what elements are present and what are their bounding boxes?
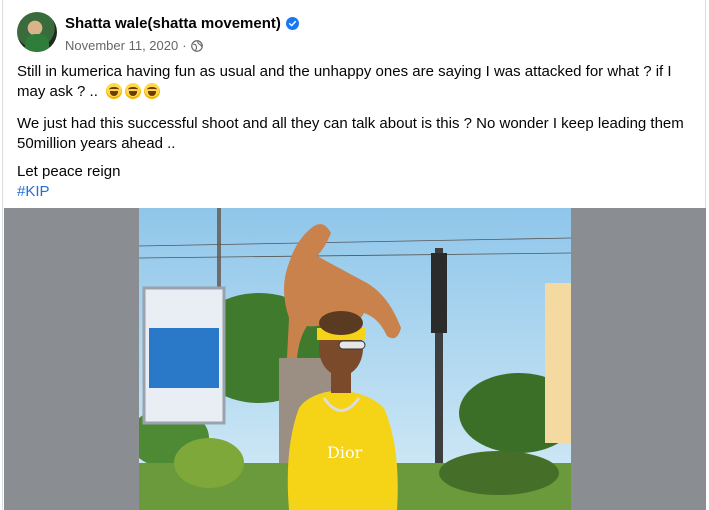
author-name[interactable]: Shatta wale(shatta movement) xyxy=(65,15,281,32)
grinning-sweat-emoji-icon xyxy=(124,83,141,99)
photo-container[interactable]: Dior xyxy=(4,208,706,510)
post-paragraph-3: Let peace reign xyxy=(17,163,121,180)
post-meta: November 11, 2020 · xyxy=(65,38,203,53)
post-paragraph-1: Still in kumerica having fun as usual an… xyxy=(17,62,693,102)
photo-illustration: Dior xyxy=(139,208,571,510)
grinning-sweat-emoji-icon xyxy=(105,83,122,99)
post-text: Still in kumerica having fun as usual an… xyxy=(17,62,693,202)
author-row: Shatta wale(shatta movement) xyxy=(65,15,299,32)
grinning-sweat-emoji-icon xyxy=(143,83,160,99)
globe-icon[interactable] xyxy=(190,39,203,52)
meta-separator: · xyxy=(182,38,187,53)
post-card: Shatta wale(shatta movement) November 11… xyxy=(2,0,706,510)
post-date[interactable]: November 11, 2020 xyxy=(65,38,178,53)
shirt-logo: Dior xyxy=(327,443,363,462)
post-photo[interactable]: Dior xyxy=(139,208,571,510)
hashtag-link[interactable]: #KIP xyxy=(17,182,693,202)
emoji-group xyxy=(105,83,160,99)
avatar[interactable] xyxy=(17,12,57,52)
verified-badge-icon xyxy=(285,17,299,30)
post-paragraph-2: We just had this successful shoot and al… xyxy=(17,115,684,152)
